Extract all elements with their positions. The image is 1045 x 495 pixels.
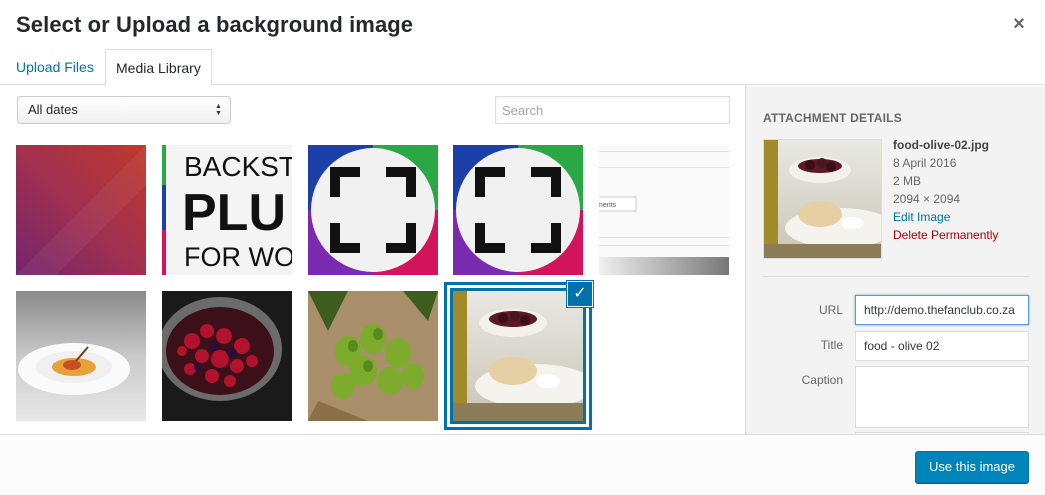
attachment-thumb-berries[interactable] bbox=[162, 291, 292, 421]
thumb-image: BACKST PLU FOR WO bbox=[162, 145, 292, 275]
tab-media-library[interactable]: Media Library bbox=[105, 49, 212, 86]
url-label: URL bbox=[818, 303, 843, 317]
thumb-image bbox=[453, 291, 583, 421]
dialog-title: Select or Upload a background image bbox=[16, 12, 414, 37]
modal-footer: Use this image bbox=[0, 434, 1045, 495]
attachment-info: food-olive-02.jpg 8 April 2016 2 MB 2094… bbox=[893, 136, 1043, 244]
tab-upload-files[interactable]: Upload Files bbox=[6, 49, 104, 85]
tab-bar: Upload Files Media Library bbox=[0, 49, 1045, 86]
attachment-dimensions: 2094 × 2094 bbox=[893, 192, 961, 206]
attachment-thumb-gradient[interactable] bbox=[16, 145, 146, 275]
attachment-preview bbox=[763, 139, 882, 259]
search-input[interactable] bbox=[495, 96, 730, 124]
thumb-image bbox=[308, 291, 438, 421]
attachment-thumb-plugin-icon-1[interactable] bbox=[308, 145, 438, 275]
title-field[interactable]: food - olive 02 bbox=[855, 331, 1029, 361]
date-filter-value: All dates bbox=[28, 102, 78, 117]
selected-check-icon[interactable]: ✓ bbox=[568, 282, 592, 306]
attachment-thumb-food-olive[interactable] bbox=[450, 288, 586, 424]
thumb-image bbox=[308, 145, 438, 275]
thumb-image bbox=[453, 145, 583, 275]
attachment-size: 2 MB bbox=[893, 174, 922, 188]
attachment-details-sidebar: Attachment Details bbox=[745, 86, 1045, 434]
use-image-button[interactable]: Use this image bbox=[915, 451, 1029, 483]
thumb-image bbox=[162, 291, 292, 421]
thumb-image bbox=[16, 145, 146, 275]
details-divider bbox=[763, 276, 1029, 277]
title-bar: Select or Upload a background image × bbox=[0, 0, 1045, 50]
attachment-thumb-soup[interactable] bbox=[16, 291, 146, 421]
logo-text-3: FOR WO bbox=[184, 242, 292, 272]
screenshot-text: ments bbox=[599, 202, 617, 209]
title-label: Title bbox=[820, 338, 843, 352]
delete-permanently-link[interactable]: Delete Permanently bbox=[893, 226, 1043, 244]
thumb-image bbox=[16, 291, 146, 421]
date-filter-select[interactable]: All dates ▲ ▼ bbox=[17, 96, 231, 124]
media-modal: Select or Upload a background image × Up… bbox=[0, 0, 1045, 495]
attachment-filename: food-olive-02.jpg bbox=[893, 138, 989, 152]
logo-text-1: BACKST bbox=[184, 151, 292, 182]
select-arrows-icon: ▲ ▼ bbox=[215, 103, 222, 117]
preview-image bbox=[764, 140, 881, 258]
media-toolbar: All dates ▲ ▼ bbox=[0, 86, 745, 134]
caption-label: Caption bbox=[801, 373, 843, 387]
url-field[interactable]: http://demo.thefanclub.co.za bbox=[855, 295, 1029, 325]
caption-field[interactable] bbox=[855, 366, 1029, 428]
attachment-thumb-figs[interactable] bbox=[308, 291, 438, 421]
attachments-grid: BACKST PLU FOR WO ments ✓ bbox=[0, 134, 745, 434]
thumb-image: ments bbox=[599, 145, 729, 275]
attachment-details-heading: Attachment Details bbox=[763, 111, 902, 125]
attachment-date: 8 April 2016 bbox=[893, 156, 957, 170]
close-icon[interactable]: × bbox=[1009, 14, 1029, 34]
attachment-thumb-screenshot[interactable]: ments bbox=[599, 145, 729, 275]
attachment-thumb-plugin-icon-2[interactable] bbox=[453, 145, 583, 275]
attachment-thumb-backstretch[interactable]: BACKST PLU FOR WO bbox=[162, 145, 292, 275]
logo-text-2: PLU bbox=[182, 184, 286, 242]
edit-image-link[interactable]: Edit Image bbox=[893, 208, 1043, 226]
